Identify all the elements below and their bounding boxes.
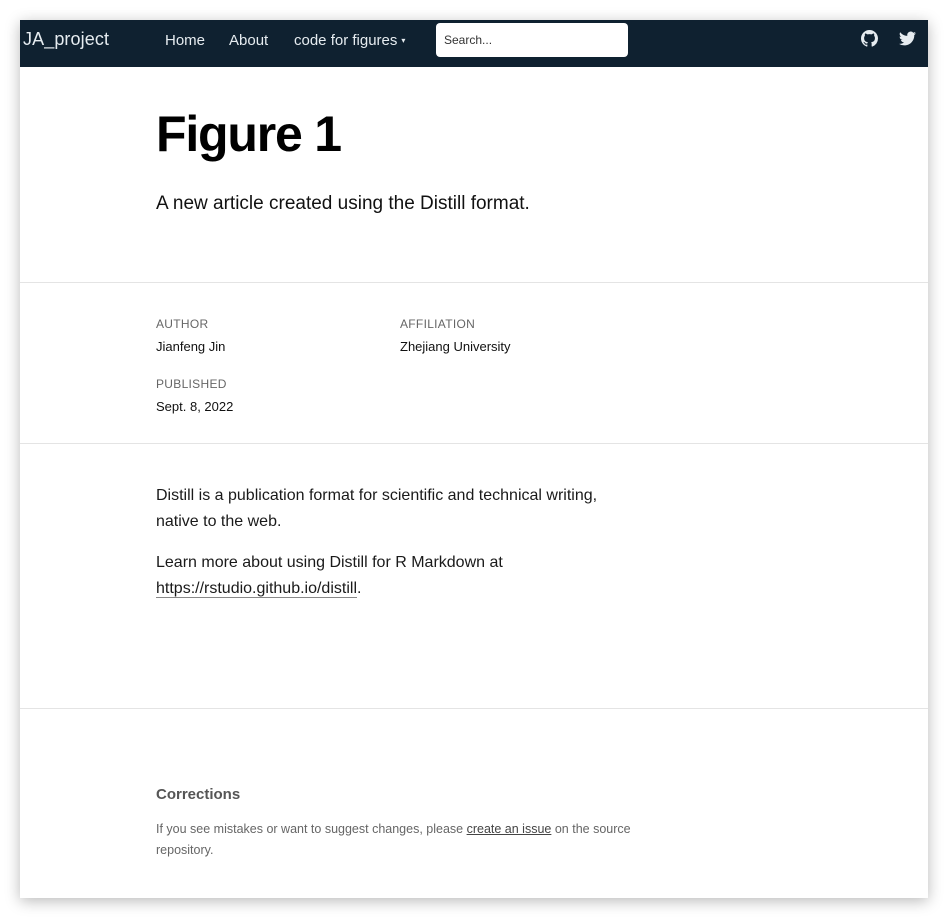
body-paragraph: Learn more about using Distill for R Mar… [156,550,636,602]
corrections-text-prefix: If you see mistakes or want to suggest c… [156,822,467,836]
nav-about-link[interactable]: About [229,32,268,49]
corrections-heading: Corrections [156,786,241,803]
divider [20,282,928,283]
divider [20,443,928,444]
search-input[interactable] [436,23,628,57]
corrections-text: If you see mistakes or want to suggest c… [156,819,636,861]
body-paragraph-punctuation: . [357,580,362,597]
author-label: AUTHOR [156,317,209,331]
nav-code-for-figures-label: code for figures [294,32,398,49]
body-paragraph: Distill is a publication format for scie… [156,487,598,530]
published-label: PUBLISHED [156,377,227,391]
affiliation-label: AFFILIATION [400,317,476,331]
published-date: Sept. 8, 2022 [156,399,234,414]
distill-docs-link[interactable]: https://rstudio.github.io/distill [156,580,357,598]
top-navbar: JA_project Home About code for figures ▾ [20,20,928,67]
divider [20,708,928,709]
body-paragraph-text: Learn more about using Distill for R Mar… [156,554,503,571]
article-description: A new article created using the Distill … [156,193,530,214]
affiliation-name: Zhejiang University [400,339,511,354]
nav-home-link[interactable]: Home [165,32,205,49]
twitter-icon[interactable] [899,30,916,47]
browser-page: JA_project Home About code for figures ▾ … [20,20,928,898]
create-issue-link[interactable]: create an issue [467,822,552,836]
author-name: Jianfeng Jin [156,339,226,354]
nav-code-for-figures-dropdown[interactable]: code for figures ▾ [294,32,405,49]
article-title: Figure 1 [156,106,342,162]
chevron-down-icon: ▾ [401,36,406,45]
site-brand-link[interactable]: JA_project [23,29,109,50]
github-icon[interactable] [861,30,878,47]
